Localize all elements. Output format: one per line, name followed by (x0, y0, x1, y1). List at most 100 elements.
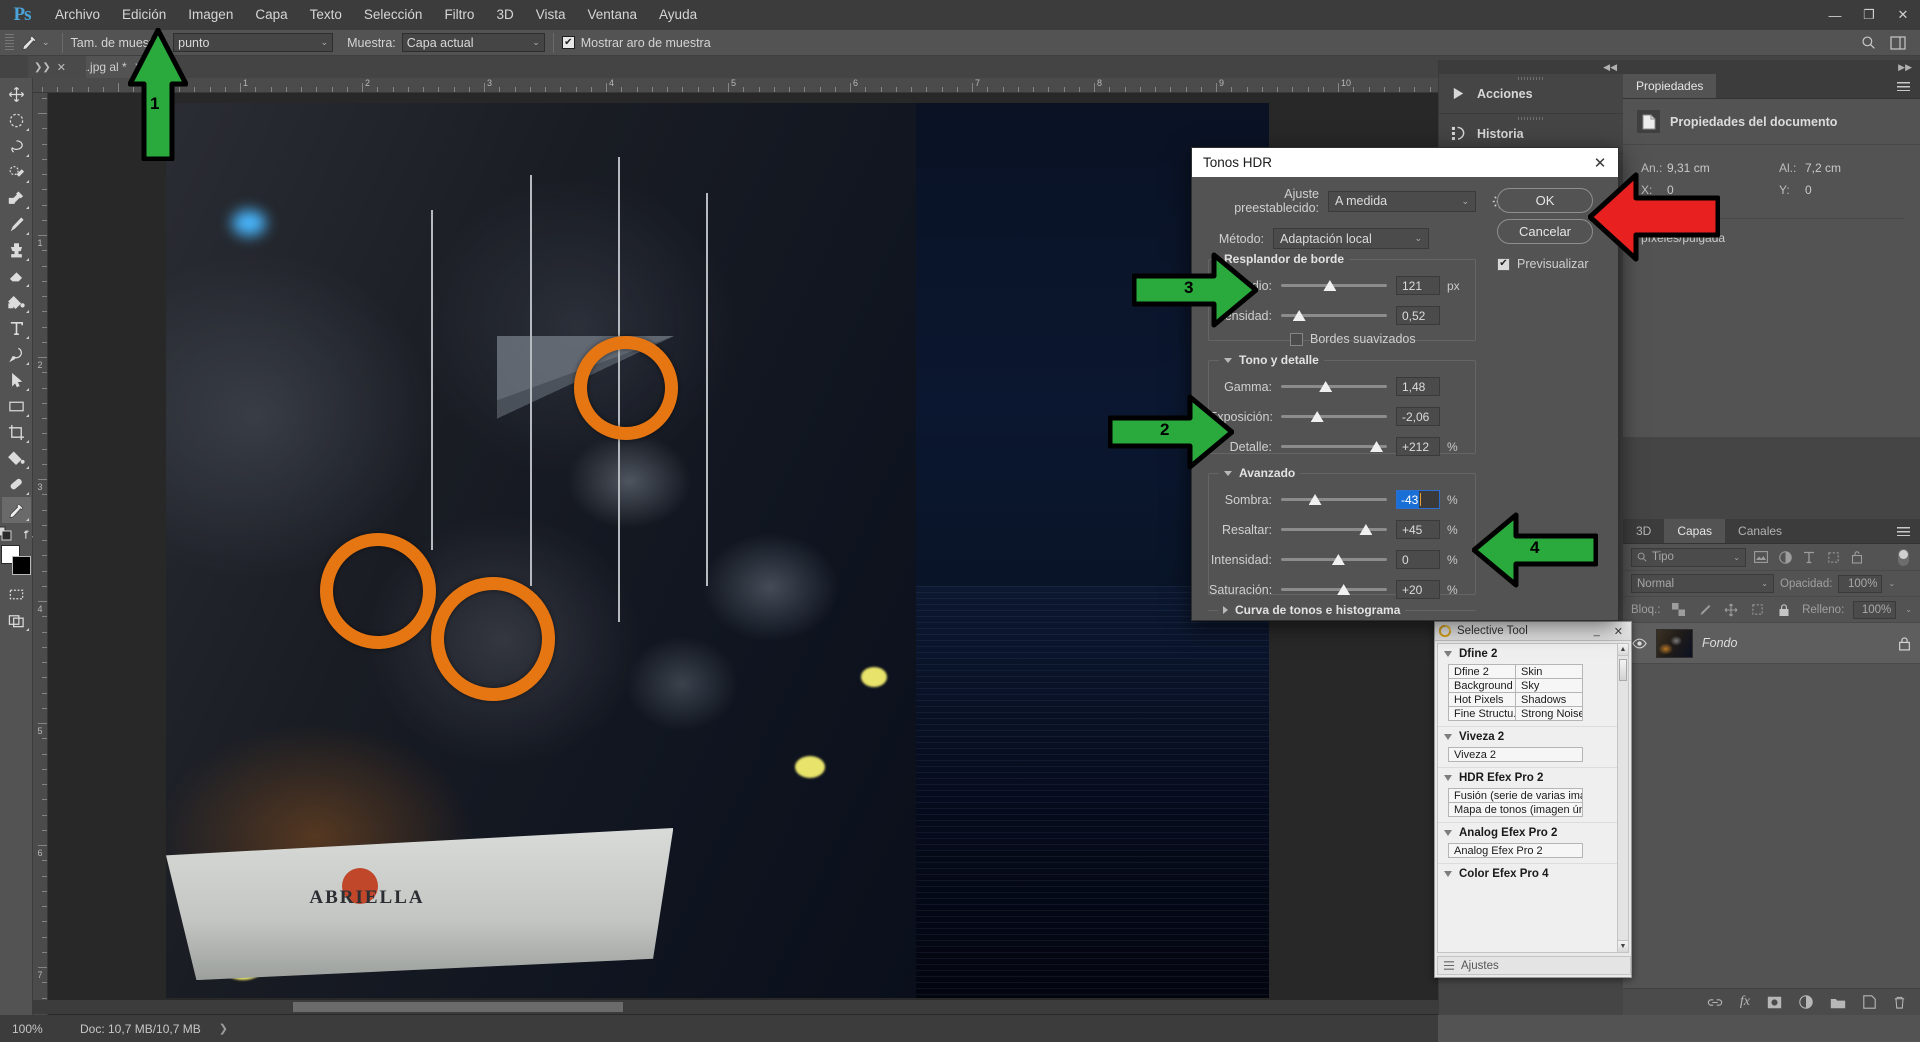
menu-ventana[interactable]: Ventana (576, 0, 648, 30)
right-dock-expand-icon[interactable]: ▶▶ (1623, 60, 1920, 74)
bordes-suavizados-checkbox[interactable]: Bordes suavizados (1209, 332, 1475, 346)
lock-artboard-icon[interactable] (1749, 603, 1767, 616)
type-tool[interactable] (2, 315, 31, 341)
search-icon[interactable] (1861, 35, 1876, 50)
shape-filter-icon[interactable] (1824, 551, 1842, 564)
clone-stamp-tool[interactable] (2, 237, 31, 263)
layers-panel-menu-button[interactable] (1887, 519, 1920, 543)
panel-acciones[interactable]: Acciones (1439, 74, 1623, 114)
slider-detalle[interactable] (1281, 436, 1387, 457)
value-sombra[interactable]: -43 (1396, 490, 1440, 509)
minimize-button[interactable]: — (1818, 0, 1852, 30)
tab-canales[interactable]: Canales (1725, 519, 1796, 543)
value-intensidad-borde[interactable]: 0,52 (1396, 306, 1440, 325)
selective-tool-minimize-button[interactable]: _ (1590, 625, 1604, 637)
nik-button-analog-efex-pro2[interactable]: Analog Efex Pro 2 (1448, 843, 1583, 858)
opacity-value[interactable]: 100% (1838, 574, 1883, 593)
filter-toggle-icon[interactable] (1894, 548, 1912, 566)
value-intensidad[interactable]: 0 (1396, 550, 1440, 569)
value-resaltar[interactable]: +45 (1396, 520, 1440, 539)
y-value[interactable]: 0 (1805, 183, 1917, 197)
group-header-dfine2[interactable]: Dfine 2 (1438, 644, 1618, 663)
nik-button-mapa-de-tonos[interactable]: Mapa de tonos (imagen única) (1448, 802, 1583, 817)
new-group-icon[interactable] (1830, 996, 1846, 1009)
layer-thumbnail[interactable] (1656, 628, 1693, 658)
layer-name[interactable]: Fondo (1702, 636, 1737, 650)
nik-button-hot-pixels[interactable]: Hot Pixels (1448, 692, 1516, 707)
selective-tool-list[interactable]: Dfine 2 Dfine 2 Skin Background Sky Hot … (1437, 643, 1619, 953)
value-exposicion[interactable]: -2,06 (1396, 407, 1440, 426)
options-gripper[interactable] (5, 33, 14, 52)
adjustment-layer-icon[interactable] (1799, 995, 1813, 1009)
cancel-button[interactable]: Cancelar (1497, 219, 1593, 244)
scrollbar-thumb[interactable] (1619, 659, 1627, 681)
pixel-filter-icon[interactable] (1752, 551, 1770, 563)
menu-vista[interactable]: Vista (525, 0, 577, 30)
screen-mode-tool[interactable] (2, 607, 31, 633)
adjustment-filter-icon[interactable] (1776, 550, 1794, 564)
sample-size-select[interactable]: punto ⌄ (173, 33, 334, 52)
hdr-dialog-titlebar[interactable]: Tonos HDR ✕ (1192, 148, 1618, 177)
new-layer-icon[interactable] (1863, 995, 1876, 1009)
menu-seleccion[interactable]: Selección (353, 0, 434, 30)
paint-bucket-tool[interactable] (2, 289, 31, 315)
maximize-button[interactable]: ❐ (1852, 0, 1886, 30)
slider-intensidad[interactable] (1281, 549, 1387, 570)
menu-filtro[interactable]: Filtro (433, 0, 485, 30)
selective-tool-close-icon[interactable]: ✕ (1610, 625, 1627, 638)
zoom-level[interactable]: 100% (0, 1022, 62, 1036)
tool-preset-caret-icon[interactable]: ⌄ (42, 37, 50, 48)
fill-chevron-icon[interactable]: ⌄ (1905, 605, 1912, 614)
section-header-curva-de-tonos[interactable]: Curva de tonos e histograma (1218, 603, 1406, 617)
nik-button-background[interactable]: Background (1448, 678, 1516, 693)
panel-gripper[interactable] (1518, 117, 1544, 120)
eraser-tool[interactable] (2, 263, 31, 289)
slider-gamma[interactable] (1281, 376, 1387, 397)
group-header-analog-efex-pro2[interactable]: Analog Efex Pro 2 (1438, 822, 1618, 842)
nik-button-dfine2[interactable]: Dfine 2 (1448, 664, 1516, 679)
scroll-up-icon[interactable]: ▲ (1618, 644, 1628, 656)
hdr-method-select[interactable]: Adaptación local ⌄ (1273, 228, 1429, 249)
default-colors-icon[interactable] (0, 526, 13, 541)
status-expand-icon[interactable]: ❯ (201, 1022, 228, 1035)
close-dock-icon[interactable]: ✕ (57, 61, 66, 74)
group-header-color-efex-pro4[interactable]: Color Efex Pro 4 (1438, 863, 1618, 883)
nik-button-viveza2[interactable]: Viveza 2 (1448, 747, 1583, 762)
lock-image-icon[interactable] (1696, 603, 1714, 617)
value-gamma[interactable]: 1,48 (1396, 377, 1440, 396)
layer-mask-icon[interactable] (1767, 996, 1782, 1009)
nik-button-strong-noise[interactable]: Strong Noise (1515, 706, 1583, 721)
selective-tool-panel[interactable]: Selective Tool _ ✕ Dfine 2 Dfine 2 Skin … (1434, 621, 1632, 978)
preview-checkbox[interactable]: ✔ Previsualizar (1497, 257, 1589, 271)
menu-ayuda[interactable]: Ayuda (648, 0, 708, 30)
lock-icon[interactable] (1898, 636, 1911, 651)
eyedropper-tool-active[interactable] (1, 497, 31, 523)
table-row[interactable]: Fondo (1623, 623, 1920, 664)
slider-intensidad-borde[interactable] (1281, 305, 1387, 326)
blend-mode-select[interactable]: Normal ⌄ (1631, 574, 1774, 593)
document-image[interactable]: ABRIELLA (166, 103, 1269, 998)
close-button[interactable]: ✕ (1886, 0, 1920, 30)
menu-3d[interactable]: 3D (485, 0, 524, 30)
lock-position-icon[interactable] (1722, 603, 1740, 617)
slider-resaltar[interactable] (1281, 519, 1387, 540)
fill-value[interactable]: 100% (1853, 600, 1897, 619)
blur-tool[interactable] (2, 471, 31, 497)
path-selection-tool[interactable] (2, 367, 31, 393)
lock-transparency-icon[interactable] (1669, 603, 1687, 616)
brush-tool[interactable] (2, 211, 31, 237)
scroll-down-icon[interactable]: ▼ (1618, 940, 1628, 952)
nik-button-shadows[interactable]: Shadows (1515, 692, 1583, 707)
background-color-swatch[interactable] (12, 556, 31, 575)
nik-button-sky[interactable]: Sky (1515, 678, 1583, 693)
tab-capas[interactable]: Capas (1664, 519, 1726, 543)
sample-select[interactable]: Capa actual ⌄ (401, 33, 545, 52)
canvas-horizontal-scrollbar[interactable] (33, 1000, 1438, 1014)
value-radio[interactable]: 121 (1396, 276, 1440, 295)
group-header-hdr-efex-pro2[interactable]: HDR Efex Pro 2 (1438, 767, 1618, 787)
marquee-tool[interactable] (2, 107, 31, 133)
crop-tool[interactable] (2, 419, 31, 445)
selective-tool-scrollbar[interactable]: ▲ ▼ (1617, 643, 1629, 953)
dock-collapse-icon[interactable]: ◀◀ (1439, 60, 1623, 74)
active-tool-preset[interactable]: ⌄ (17, 34, 54, 51)
